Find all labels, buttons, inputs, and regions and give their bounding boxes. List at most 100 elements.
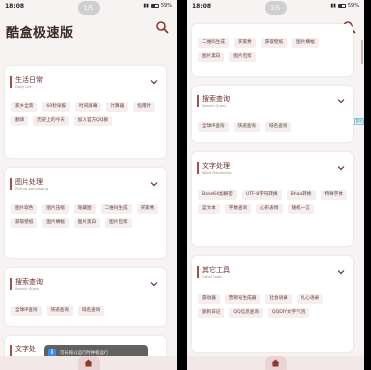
chip-translate[interactable]: 翻译 [11,116,29,126]
search-icon[interactable] [155,20,169,34]
chip-base64[interactable]: Base64加解密 [198,190,237,200]
home-icon [271,359,280,367]
chip-domain[interactable]: 域名查询 [264,122,292,132]
chip-blackwhite[interactable]: 图片黑白 [73,218,101,228]
page-indicator: 1/5 [77,1,100,15]
chip-qq-bubble[interactable]: QQDIY文字气泡 [268,308,310,318]
bottom-nav [187,356,364,370]
toast-text: 可长按以运行时钟板运行 [60,350,109,356]
chip-utf8[interactable]: UTF-8字符转换 [241,190,282,200]
chip-ip-lookup[interactable]: 全球IP查询 [11,306,42,316]
card-daily-life: 生活日常 Daily Life 家乡全景 60秒早报 时间屏幕 计算器 指南针 … [5,66,166,158]
card-search-query: 搜索查询 Search Query 全球IP查询 快递查询 域名查询 [5,268,166,326]
chip-list: 全球IP查询 快递查询 域名查询 [11,306,160,316]
chip-wallpaper[interactable]: 获取壁纸 [11,218,38,228]
card-subtitle: Search Query [15,287,40,291]
chip-marketing-gen[interactable]: 营销号生成器 [224,294,261,304]
left-phone-screen: 18:08 ▮▮ 59% 1/5 酷盒极速版 生活日常 Daily Life 家… [0,0,177,370]
chip-dog-diary[interactable]: 舔狗日记 [198,308,225,318]
card-title: 搜索查询 [15,278,43,286]
chip-banner[interactable]: 图片横幅 [292,38,319,48]
card-title: 文字处理 [202,162,230,170]
chip-express[interactable]: 快递查询 [233,122,260,132]
chevron-down-icon[interactable] [150,78,158,86]
card-title: 生活日常 [15,76,43,84]
card-subtitle: Other tools [202,275,223,279]
chip-qq-info[interactable]: QQ信息查询 [229,308,263,318]
chip-color-pick[interactable]: 图片取色 [11,204,38,214]
card-search-query: 搜索查询 Search Query 全球IP查询 快递查询 域名查询 [192,86,353,142]
right-phone-screen: 18:08 ▮▮ 59% 2/5 酷盒极速版 二维码生成 买家秀 获取壁纸 图片… [187,0,364,370]
battery-icon [337,4,346,8]
app-title: 酷盒极速版 [6,25,74,41]
card-accent-bar [197,95,199,107]
card-other-tools: 其它工具 Other tools 震动器 营销号生成器 社会语录 扎心语录 舔狗… [192,256,353,352]
status-icons: ▮▮ 59% [143,3,172,9]
card-accent-bar [197,162,199,174]
chip-vibrator[interactable]: 震动器 [198,294,220,304]
chip-qrcode[interactable]: 二维码生成 [198,38,229,48]
chevron-down-icon[interactable] [337,97,345,105]
signal-icon: ▮▮ [143,3,149,9]
chip-bhao[interactable]: Bhao转换 [286,190,316,200]
card-accent-bar [10,76,12,88]
chip-ip-lookup[interactable]: 全球IP查询 [198,122,229,132]
page-indicator: 2/5 [264,1,287,15]
chevron-down-icon[interactable] [337,268,345,276]
chip-history-today[interactable]: 历史上的今天 [33,116,69,126]
card-accent-bar [10,178,12,190]
card-subtitle: Search Query [202,104,227,108]
chip-domain[interactable]: 域名查询 [77,306,105,316]
card-title: 搜索查询 [202,95,230,103]
chip-buyer-show[interactable]: 买家秀 [136,204,159,214]
chip-compress[interactable]: 图片压缩 [42,204,69,214]
chip-list: 二维码生成 买家秀 获取壁纸 图片横幅 图片黑白 图片包浆 [198,38,347,62]
app-bar: 酷盒极速版 [0,16,177,46]
card-title: 文字处 [15,345,36,353]
chip-blue-text[interactable]: 蓝文本 [198,204,220,214]
card-picture-processing: 图片处理 Picture processing 图片取色 图片压缩 隐藏图 二维… [5,168,166,258]
chip-calculator[interactable]: 计算器 [106,102,129,112]
chip-news60[interactable]: 60秒早报 [42,102,71,112]
chip-word-count[interactable]: 字数查询 [224,204,252,214]
chip-panorama[interactable]: 家乡全景 [11,102,38,112]
card-subtitle: Word Processing [202,171,232,175]
chip-patina[interactable]: 图片包浆 [105,218,132,228]
status-icons: ▮▮ 59% [330,3,359,9]
chip-heart-emoji[interactable]: 心形表情 [256,204,283,214]
chip-patina[interactable]: 图片包浆 [229,52,256,62]
home-icon [84,359,93,367]
chip-time-screen[interactable]: 时间屏幕 [75,102,102,112]
chip-blackwhite[interactable]: 图片黑白 [198,52,225,62]
card-picture-processing: 二维码生成 买家秀 获取壁纸 图片横幅 图片黑白 图片包浆 [192,24,353,76]
chip-special-font[interactable]: 特殊字体 [320,190,347,200]
side-float-tab[interactable]: 显示 [354,118,364,125]
chip-banner[interactable]: 图片横幅 [42,218,69,228]
chip-list: 全球IP查询 快递查询 域名查询 [198,122,347,132]
card-title: 图片处理 [15,178,43,186]
chip-compass[interactable]: 指南针 [133,102,156,112]
card-subtitle: Daily Life [15,85,32,89]
chip-random-quote[interactable]: 随机一言 [287,204,314,214]
chevron-down-icon[interactable] [150,280,158,288]
chevron-down-icon[interactable] [150,180,158,188]
chip-express[interactable]: 快递查询 [46,306,73,316]
status-time: 18:08 [192,2,212,10]
chip-hidden-image[interactable]: 隐藏图 [73,204,96,214]
chip-qrcode[interactable]: 二维码生成 [100,204,132,214]
chip-heart-quotes[interactable]: 扎心语录 [296,294,324,304]
chip-list: 图片取色 图片压缩 隐藏图 二维码生成 买家秀 获取壁纸 图片横幅 图片黑白 图… [11,204,160,228]
chip-social-quotes[interactable]: 社会语录 [265,294,292,304]
chip-list: Base64加解密 UTF-8字符转换 Bhao转换 特殊字体 蓝文本 字数查询… [198,190,347,214]
scrollbar[interactable] [361,40,363,64]
bottom-nav [0,356,177,370]
home-tab[interactable] [264,356,287,370]
chip-buyer-show[interactable]: 买家秀 [233,38,256,48]
chip-join-qq[interactable]: 加入官方QQ群 [73,116,112,126]
chevron-down-icon[interactable] [337,164,345,172]
card-title: 其它工具 [202,266,230,274]
home-tab[interactable] [77,356,100,370]
chip-wallpaper[interactable]: 获取壁纸 [260,38,288,48]
chip-list: 震动器 营销号生成器 社会语录 扎心语录 舔狗日记 QQ信息查询 QQDIY文字… [198,294,347,318]
chip-list: 家乡全景 60秒早报 时间屏幕 计算器 指南针 翻译 历史上的今天 加入官方QQ… [11,102,160,126]
